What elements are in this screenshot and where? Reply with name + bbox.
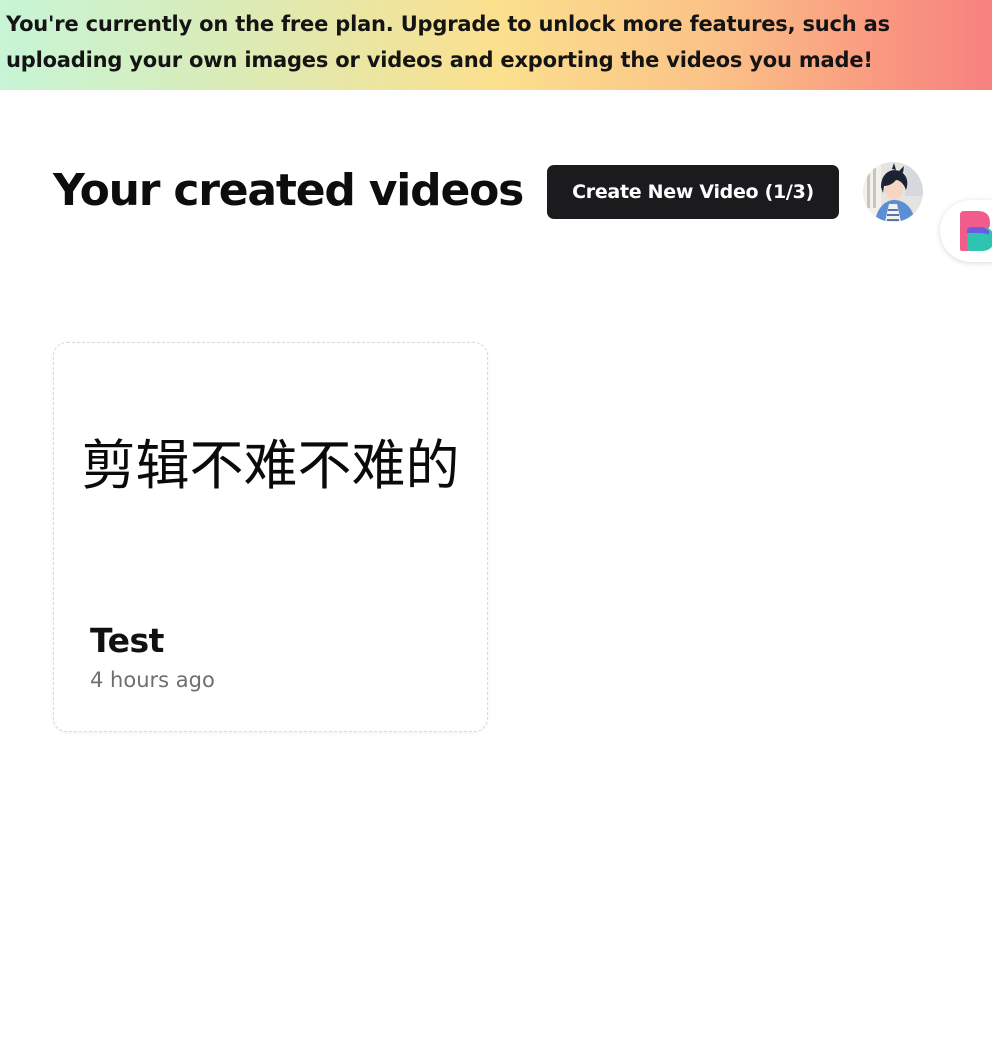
video-thumbnail-text: 剪辑不难不难的 xyxy=(81,434,460,497)
user-avatar-icon[interactable] xyxy=(863,162,923,222)
brand-logo-icon[interactable] xyxy=(940,200,992,262)
upgrade-banner-text: You're currently on the free plan. Upgra… xyxy=(6,12,890,72)
create-new-video-button[interactable]: Create New Video (1/3) xyxy=(547,165,839,219)
page-title: Your created videos xyxy=(53,165,524,216)
video-title: Test xyxy=(90,621,164,660)
upgrade-banner: You're currently on the free plan. Upgra… xyxy=(0,0,992,90)
video-card[interactable]: 剪辑不难不难的 Test 4 hours ago xyxy=(53,342,488,732)
video-timestamp: 4 hours ago xyxy=(90,668,215,692)
